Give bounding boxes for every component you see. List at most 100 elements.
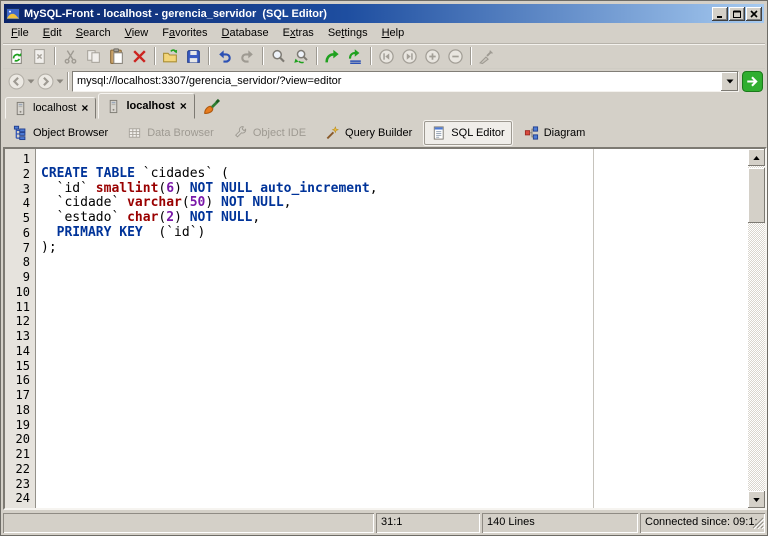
- resize-grip[interactable]: [752, 517, 765, 532]
- code-line-18[interactable]: [41, 403, 748, 418]
- menu-favorites[interactable]: Favorites: [155, 24, 214, 42]
- tab-localhost-2[interactable]: localhost ×: [98, 93, 195, 119]
- code-line-7[interactable]: );: [41, 240, 748, 256]
- code-line-6[interactable]: PRIMARY KEY (`id`): [41, 225, 748, 241]
- redo-button: [236, 45, 259, 67]
- delete-button[interactable]: [128, 45, 151, 67]
- connection-status-text: Connected since: 09:1:: [645, 516, 758, 528]
- maximize-icon: [733, 10, 741, 18]
- code-line-16[interactable]: [41, 373, 748, 388]
- line-number: 22: [15, 461, 30, 476]
- scroll-up-button[interactable]: [748, 149, 765, 166]
- save-button[interactable]: [182, 45, 205, 67]
- query-builder-button[interactable]: Query Builder: [319, 122, 418, 144]
- back-button[interactable]: [7, 72, 25, 90]
- menu-database[interactable]: Database: [215, 24, 276, 42]
- menu-bar: File Edit Search View Favorites Database Extra…: [4, 23, 764, 43]
- code-line-1[interactable]: [41, 152, 748, 167]
- line-number: 15: [15, 358, 30, 373]
- menu-edit[interactable]: Edit: [36, 24, 69, 42]
- tab-close-icon[interactable]: ×: [180, 100, 187, 112]
- open-icon: [163, 48, 178, 62]
- forward-history-dropdown[interactable]: [54, 72, 65, 90]
- vertical-scrollbar[interactable]: [748, 149, 765, 508]
- code-line-19[interactable]: [41, 418, 748, 433]
- undo-button[interactable]: [213, 45, 236, 67]
- delete-record-button: [444, 45, 467, 67]
- tab-close-icon[interactable]: ×: [81, 102, 88, 114]
- line-number: 6: [22, 225, 30, 240]
- menu-view[interactable]: View: [118, 24, 156, 42]
- line-number: 24: [15, 491, 30, 506]
- chevron-down-icon: [27, 79, 34, 83]
- code-line-23[interactable]: [41, 477, 748, 492]
- cut-button: [59, 45, 82, 67]
- maximize-button[interactable]: [729, 6, 745, 21]
- toolbar-separator: [470, 47, 472, 65]
- code-line-12[interactable]: [41, 314, 748, 329]
- tab-localhost-1[interactable]: localhost ×: [5, 97, 97, 119]
- code-line-9[interactable]: [41, 270, 748, 285]
- code-line-3[interactable]: `id` smallint(6) NOT NULL auto_increment…: [41, 181, 748, 197]
- line-number: 1: [22, 152, 30, 166]
- undo-icon: [219, 49, 231, 63]
- server-icon: [110, 99, 118, 113]
- address-dropdown-button[interactable]: [721, 71, 738, 91]
- diagram-button[interactable]: Diagram: [518, 122, 592, 144]
- view-button-label: Query Builder: [345, 126, 413, 139]
- run-script-icon: [348, 48, 361, 64]
- toolbar-separator: [154, 47, 156, 65]
- address-input[interactable]: [73, 71, 721, 91]
- code-line-11[interactable]: [41, 300, 748, 315]
- close-button[interactable]: [746, 6, 762, 21]
- code-area[interactable]: CREATE TABLE `cidades` ( `id` smallint(6…: [36, 149, 748, 508]
- forward-button[interactable]: [36, 72, 54, 90]
- menu-help[interactable]: Help: [375, 24, 412, 42]
- brush-icon[interactable]: [203, 97, 221, 115]
- connection-status-panel: Connected since: 09:1:: [640, 513, 765, 533]
- go-button[interactable]: [742, 70, 763, 92]
- open-button[interactable]: [159, 45, 182, 67]
- code-line-4[interactable]: `cidade` varchar(50) NOT NULL,: [41, 195, 748, 211]
- scrollbar-thumb[interactable]: [748, 168, 765, 223]
- sql-editor-button[interactable]: SQL Editor: [425, 121, 511, 144]
- menu-extras[interactable]: Extras: [276, 24, 321, 42]
- toolbar-separator: [316, 47, 318, 65]
- code-line-15[interactable]: [41, 359, 748, 374]
- forward-icon: [37, 73, 53, 89]
- run-script-button[interactable]: [344, 45, 367, 67]
- toolbar-separator: [67, 72, 69, 90]
- refresh-button[interactable]: [5, 45, 28, 67]
- code-line-13[interactable]: [41, 329, 748, 344]
- line-number: 8: [22, 255, 30, 270]
- search-replace-button[interactable]: [290, 45, 313, 67]
- line-number: 18: [15, 402, 30, 417]
- first-record-icon: [379, 48, 394, 64]
- code-line-17[interactable]: [41, 388, 748, 403]
- code-line-2[interactable]: CREATE TABLE `cidades` (: [41, 166, 748, 182]
- code-line-14[interactable]: [41, 344, 748, 359]
- code-line-10[interactable]: [41, 285, 748, 300]
- back-history-dropdown[interactable]: [25, 72, 36, 90]
- code-line-22[interactable]: [41, 462, 748, 477]
- menu-file[interactable]: File: [4, 24, 36, 42]
- code-line-5[interactable]: `estado` char(2) NOT NULL,: [41, 210, 748, 226]
- scroll-down-button[interactable]: [748, 491, 765, 508]
- paste-button[interactable]: [105, 45, 128, 67]
- code-line-8[interactable]: [41, 255, 748, 270]
- search-button[interactable]: [267, 45, 290, 67]
- tab-bar: localhost × localhost ×: [3, 93, 765, 119]
- redo-icon: [241, 49, 253, 63]
- back-icon: [8, 73, 24, 89]
- code-line-21[interactable]: [41, 447, 748, 462]
- minimize-button[interactable]: [712, 6, 728, 21]
- line-number: 9: [22, 270, 30, 284]
- object-browser-button[interactable]: Object Browser: [7, 122, 114, 144]
- code-line-24[interactable]: [41, 491, 748, 506]
- code-line-20[interactable]: [41, 432, 748, 447]
- menu-settings[interactable]: Settings: [321, 24, 375, 42]
- menu-search[interactable]: Search: [69, 24, 118, 42]
- run-button[interactable]: [321, 45, 344, 67]
- line-number: 11: [15, 299, 30, 314]
- document-close-icon: [34, 48, 45, 64]
